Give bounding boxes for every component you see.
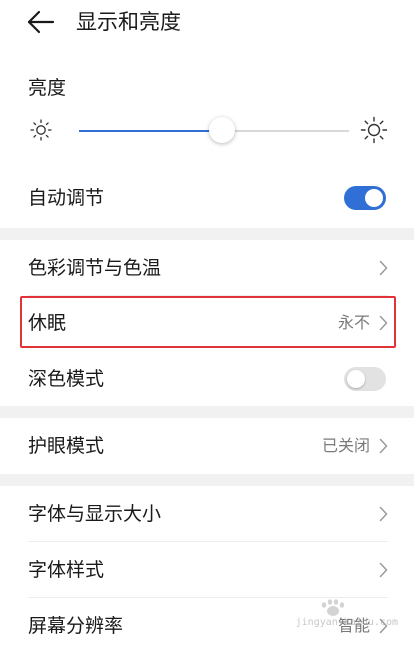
font-style-label: 字体样式 <box>28 559 105 581</box>
sun-large-icon <box>360 116 388 144</box>
section-gap <box>0 228 414 240</box>
dark-mode-label: 深色模式 <box>28 368 105 390</box>
chevron-right-icon <box>379 260 388 276</box>
display-brightness-screen: 显示和亮度 亮度 自动调节 色彩调节与色温 休眠 永不 深色模式 护眼模式 已关… <box>0 0 414 652</box>
eye-comfort-row[interactable]: 护眼模式 已关闭 <box>0 418 414 474</box>
font-size-label: 字体与显示大小 <box>28 503 162 525</box>
page-title: 显示和亮度 <box>76 10 181 34</box>
arrow-left-icon[interactable] <box>26 9 56 35</box>
auto-adjust-label: 自动调节 <box>28 187 105 209</box>
watermark-text: jingyan.baidu.com <box>295 617 398 628</box>
chevron-right-icon <box>379 562 388 578</box>
brightness-label: 亮度 <box>28 77 67 99</box>
sun-small-icon <box>30 119 52 141</box>
auto-adjust-toggle[interactable] <box>344 186 386 210</box>
eye-comfort-value: 已关闭 <box>321 436 370 455</box>
chevron-right-icon <box>379 438 388 454</box>
section-gap <box>0 474 414 486</box>
color-temperature-label: 色彩调节与色温 <box>28 257 162 279</box>
auto-adjust-row[interactable]: 自动调节 <box>0 170 414 226</box>
toggle-knob <box>347 370 365 388</box>
font-style-row[interactable]: 字体样式 <box>0 542 414 598</box>
screen-resolution-label: 屏幕分辨率 <box>28 615 124 637</box>
highlight-box <box>20 296 396 348</box>
watermark: jingyan.baidu.com <box>280 596 408 634</box>
header: 显示和亮度 <box>0 0 414 46</box>
dark-mode-row[interactable]: 深色模式 <box>0 352 414 406</box>
dark-mode-toggle[interactable] <box>344 367 386 391</box>
section-gap <box>0 406 414 418</box>
font-size-row[interactable]: 字体与显示大小 <box>0 486 414 542</box>
eye-comfort-label: 护眼模式 <box>28 435 105 457</box>
brightness-slider-thumb[interactable] <box>209 117 236 143</box>
brightness-slider-fill <box>79 130 223 132</box>
toggle-knob <box>365 189 383 207</box>
watermark-logo <box>321 599 345 616</box>
brightness-slider[interactable] <box>79 117 349 143</box>
color-temperature-row[interactable]: 色彩调节与色温 <box>0 240 414 296</box>
chevron-right-icon <box>379 506 388 522</box>
